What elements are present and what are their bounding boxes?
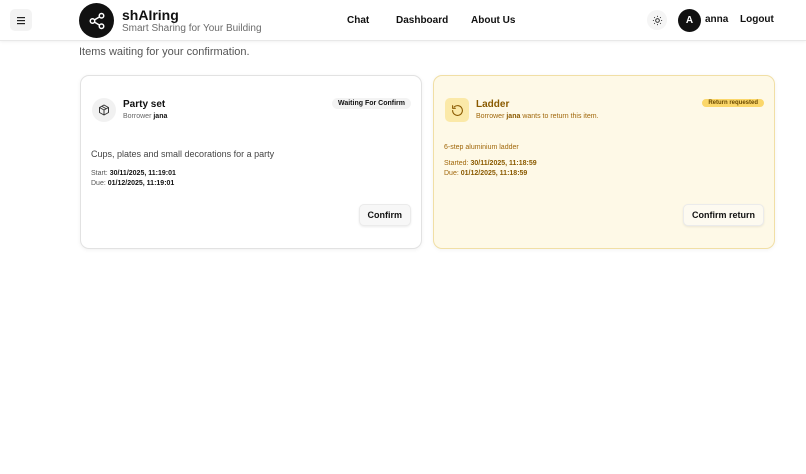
avatar[interactable]: A (678, 9, 701, 32)
rotate-ccw-icon (451, 104, 463, 116)
borrower-name: jana (153, 113, 168, 120)
due-value: 01/12/2025, 11:19:01 (107, 180, 175, 187)
item-dates: Started: 30/11/2025, 11:18:59 Due: 01/12… (444, 159, 537, 179)
sun-icon (652, 15, 662, 25)
borrower-suffix: wants to return this item. (522, 113, 599, 120)
start-value: 30/11/2025, 11:19:01 (109, 170, 176, 177)
top-header: shAIring Smart Sharing for Your Building… (0, 0, 806, 41)
confirm-button[interactable]: Confirm (358, 204, 411, 226)
package-icon (99, 104, 109, 116)
menu-button[interactable] (10, 9, 32, 31)
start-label: Start: (91, 170, 108, 177)
username[interactable]: anna (705, 14, 728, 25)
due-value: 01/12/2025, 11:18:59 (460, 170, 528, 177)
item-title: Ladder (476, 99, 510, 110)
item-icon-box (92, 98, 116, 122)
borrower-name: jana (506, 113, 521, 120)
item-description: Cups, plates and small decorations for a… (91, 149, 275, 159)
started-label: Started: (444, 160, 469, 167)
request-card-ladder: Ladder Borrower jana wants to return thi… (433, 75, 775, 249)
due-label: Due: (91, 180, 106, 187)
item-description: 6-step aluminium ladder (444, 144, 519, 151)
item-dates: Start: 30/11/2025, 11:19:01 Due: 01/12/2… (91, 169, 176, 189)
request-card-party-set: Party set Borrower jana Waiting For Conf… (80, 75, 422, 249)
borrower-line: Borrower jana wants to return this item. (476, 113, 599, 120)
theme-toggle-button[interactable] (647, 10, 667, 30)
borrower-label: Borrower (476, 113, 505, 120)
started-value: 30/11/2025, 11:18:59 (470, 160, 537, 167)
page-subtitle: Items waiting for your confirmation. (79, 46, 250, 58)
borrower-label: Borrower (123, 113, 152, 120)
brand-subtitle: Smart Sharing for Your Building (122, 23, 262, 34)
confirm-return-button[interactable]: Confirm return (683, 204, 764, 226)
item-icon-box (445, 98, 469, 122)
nav-chat[interactable]: Chat (347, 0, 369, 40)
borrower-line: Borrower jana (123, 113, 167, 120)
status-badge: Return requested (702, 99, 764, 107)
brand-logo[interactable] (79, 3, 114, 38)
status-badge: Waiting For Confirm (331, 98, 411, 109)
logout-button[interactable]: Logout (740, 14, 774, 25)
nav-dashboard[interactable]: Dashboard (396, 0, 448, 40)
nav-about-us[interactable]: About Us (471, 0, 515, 40)
due-label: Due: (444, 170, 459, 177)
menu-icon (17, 16, 25, 24)
item-title: Party set (123, 99, 166, 110)
brand-title: shAIring (122, 7, 179, 23)
share-icon (89, 12, 104, 29)
